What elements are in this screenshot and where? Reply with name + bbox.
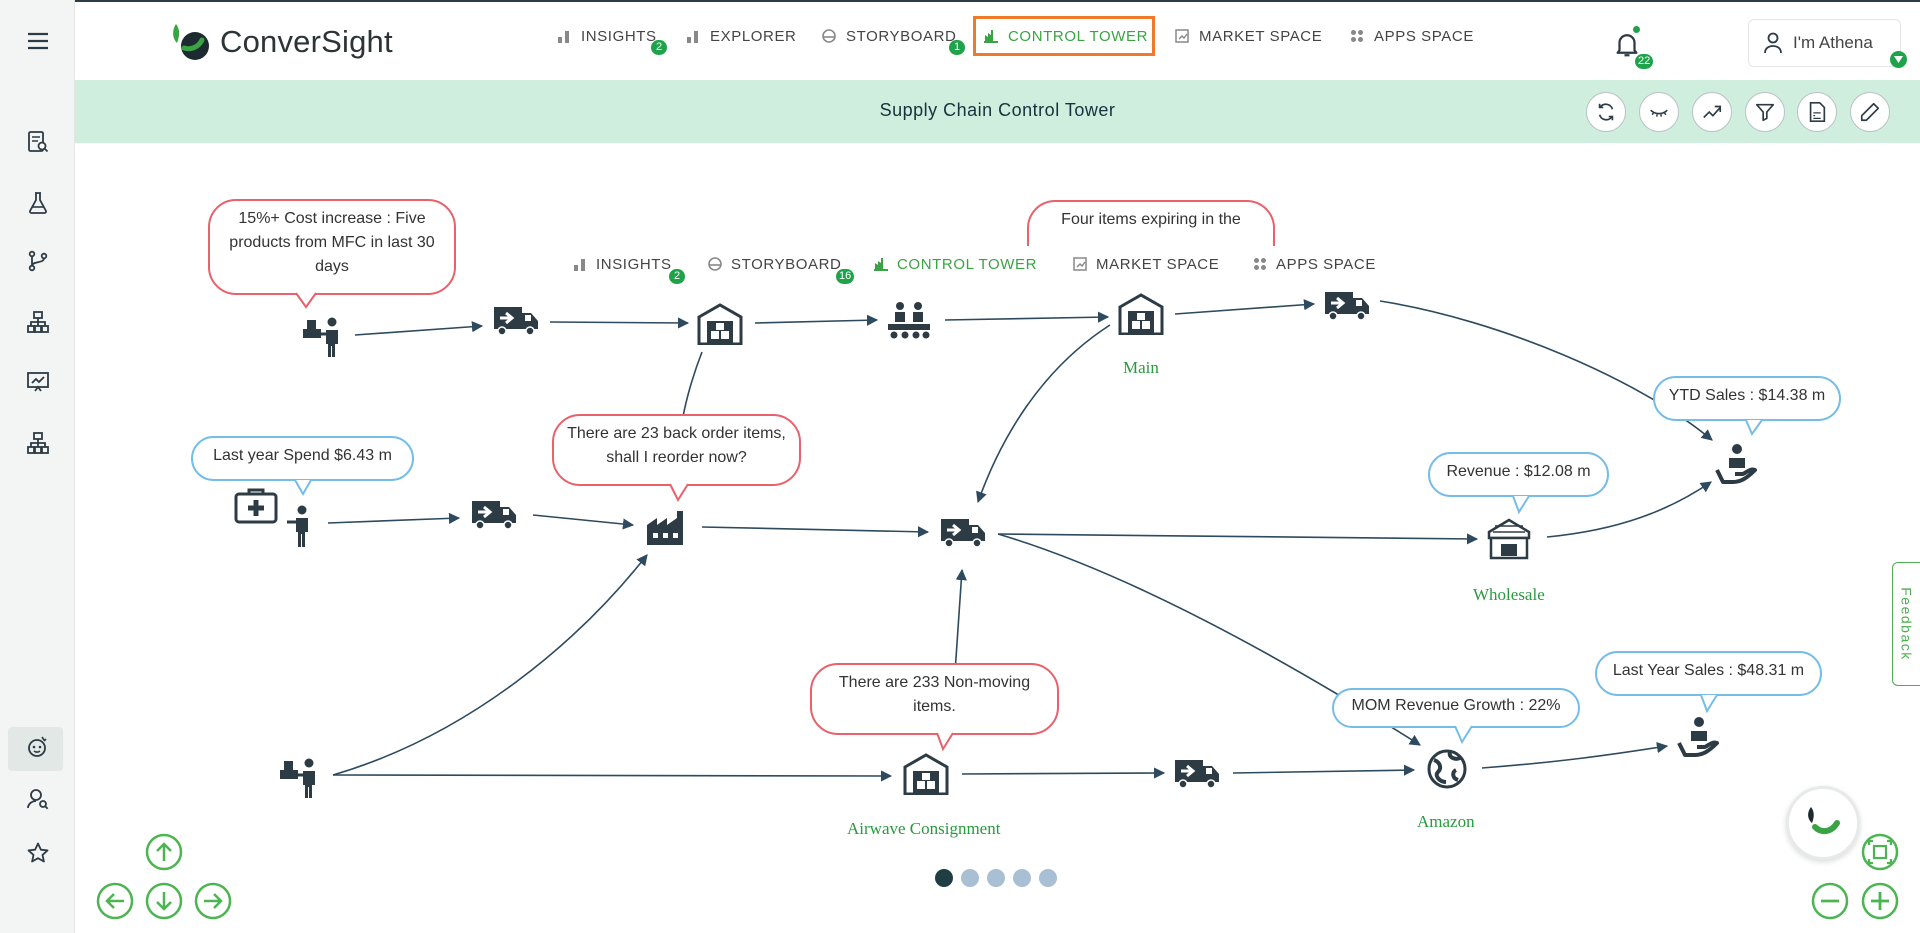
factory-workers-icon[interactable] bbox=[884, 300, 934, 340]
pan-right-button[interactable] bbox=[194, 882, 232, 920]
overlay-nav-apps-space[interactable]: APPS SPACE bbox=[1253, 254, 1376, 274]
warehouse-icon[interactable] bbox=[695, 302, 745, 346]
flow-arrow bbox=[354, 321, 484, 336]
flow-arrow bbox=[1481, 742, 1669, 769]
flow-arrow bbox=[327, 512, 461, 524]
overlay-nav-market-space-label: MARKET SPACE bbox=[1096, 255, 1220, 273]
flow-arrow bbox=[332, 770, 893, 782]
assistant-logo-icon bbox=[1808, 807, 1840, 835]
delivery-truck-icon[interactable] bbox=[1323, 287, 1371, 323]
overlay-nav-control-tower[interactable]: CONTROL TOWER bbox=[874, 254, 1037, 274]
customer-hand-icon[interactable] bbox=[1675, 714, 1723, 760]
amazon-globe-icon[interactable] bbox=[1424, 746, 1470, 792]
market-space-icon bbox=[1073, 257, 1087, 271]
arrow-left-icon bbox=[96, 882, 134, 920]
pan-left-button[interactable] bbox=[96, 882, 134, 920]
minus-icon bbox=[1811, 882, 1849, 920]
node-label-wholesale: Wholesale bbox=[1473, 585, 1545, 604]
arrow-right-icon bbox=[194, 882, 232, 920]
assistant-launcher-button[interactable] bbox=[1786, 786, 1860, 860]
customer-hand-icon[interactable] bbox=[1713, 441, 1761, 487]
delivery-truck-icon[interactable] bbox=[1173, 755, 1221, 791]
callout-ytd-sales[interactable]: YTD Sales : $14.38 m bbox=[1653, 376, 1841, 421]
callout-mom-growth[interactable]: MOM Revenue Growth : 22% bbox=[1332, 688, 1580, 728]
flow-arrow bbox=[1232, 764, 1416, 776]
overlay-insights-badge: 2 bbox=[669, 269, 685, 284]
flow-arrow bbox=[961, 767, 1166, 779]
overlay-nav-apps-space-label: APPS SPACE bbox=[1276, 255, 1376, 273]
page-dot[interactable] bbox=[961, 869, 979, 887]
flow-arrow bbox=[997, 533, 1479, 545]
plus-icon bbox=[1861, 882, 1899, 920]
flow-arrow bbox=[549, 317, 690, 329]
flow-arrow bbox=[754, 314, 879, 326]
main-warehouse-icon[interactable] bbox=[1116, 292, 1166, 336]
zoom-out-button[interactable] bbox=[1811, 882, 1849, 920]
flow-arrow bbox=[1379, 300, 1713, 441]
delivery-truck-icon[interactable] bbox=[492, 300, 540, 340]
page-dot[interactable] bbox=[935, 869, 953, 887]
arrow-up-icon bbox=[145, 833, 183, 871]
fit-to-screen-button[interactable] bbox=[1861, 833, 1899, 871]
airwave-warehouse-icon[interactable] bbox=[901, 752, 951, 796]
supplier-person-icon[interactable] bbox=[282, 503, 318, 549]
overlay-nav-insights-label: INSIGHTS bbox=[596, 255, 672, 273]
factory-icon[interactable] bbox=[643, 505, 693, 549]
pan-down-button[interactable] bbox=[145, 882, 183, 920]
node-label-main: Main bbox=[1123, 358, 1159, 377]
overlay-nav-control-tower-label: CONTROL TOWER bbox=[897, 255, 1038, 273]
callout-back-order[interactable]: There are 23 back order items, shall I r… bbox=[552, 414, 801, 486]
control-tower-icon bbox=[874, 257, 888, 271]
callout-expiring-items[interactable]: Four items expiring in the bbox=[1027, 200, 1275, 246]
callout-last-year-spend[interactable]: Last year Spend $6.43 m bbox=[191, 436, 414, 481]
flow-arrow bbox=[332, 554, 648, 776]
node-label-amazon: Amazon bbox=[1417, 812, 1475, 831]
page-dot[interactable] bbox=[987, 869, 1005, 887]
supplier-worker-icon[interactable] bbox=[279, 753, 325, 799]
apps-grid-icon bbox=[1253, 257, 1267, 271]
medical-kit-icon[interactable] bbox=[232, 486, 280, 526]
page-dot[interactable] bbox=[1039, 869, 1057, 887]
flow-arrow bbox=[532, 514, 635, 530]
wholesale-store-icon[interactable] bbox=[1484, 517, 1534, 561]
flow-arrow bbox=[701, 526, 930, 538]
arrow-down-icon bbox=[145, 882, 183, 920]
feedback-label: Feedback bbox=[1898, 587, 1915, 661]
callout-non-moving[interactable]: There are 233 Non-moving items. bbox=[810, 663, 1059, 735]
fit-screen-icon bbox=[1861, 833, 1899, 871]
callout-last-year-sales[interactable]: Last Year Sales : $48.31 m bbox=[1595, 651, 1822, 696]
overlay-nav-market-space[interactable]: MARKET SPACE bbox=[1073, 254, 1219, 274]
overlay-nav-storyboard[interactable]: STORYBOARD bbox=[708, 254, 841, 274]
supplier-worker-icon[interactable] bbox=[302, 312, 348, 358]
feedback-tab[interactable]: Feedback bbox=[1892, 562, 1920, 686]
flow-connector bbox=[682, 351, 703, 418]
distribution-truck-icon[interactable] bbox=[939, 514, 987, 550]
overlay-storyboard-badge: 16 bbox=[836, 269, 855, 284]
delivery-truck-icon[interactable] bbox=[470, 496, 518, 532]
overlay-nav-insights[interactable]: INSIGHTS bbox=[573, 254, 672, 274]
overlay-nav-storyboard-label: STORYBOARD bbox=[731, 255, 842, 273]
callout-revenue[interactable]: Revenue : $12.08 m bbox=[1428, 452, 1609, 497]
flow-arrow bbox=[944, 311, 1110, 323]
flow-arrow bbox=[1174, 299, 1316, 315]
callout-cost-increase[interactable]: 15%+ Cost increase : Five products from … bbox=[208, 199, 456, 295]
bar-chart-icon bbox=[573, 257, 587, 271]
page-dot[interactable] bbox=[1013, 869, 1031, 887]
storyboard-icon bbox=[708, 257, 722, 271]
node-label-airwave: Airwave Consignment bbox=[847, 819, 1001, 838]
zoom-in-button[interactable] bbox=[1861, 882, 1899, 920]
pan-up-button[interactable] bbox=[145, 833, 183, 871]
flow-arrow bbox=[976, 324, 1111, 504]
